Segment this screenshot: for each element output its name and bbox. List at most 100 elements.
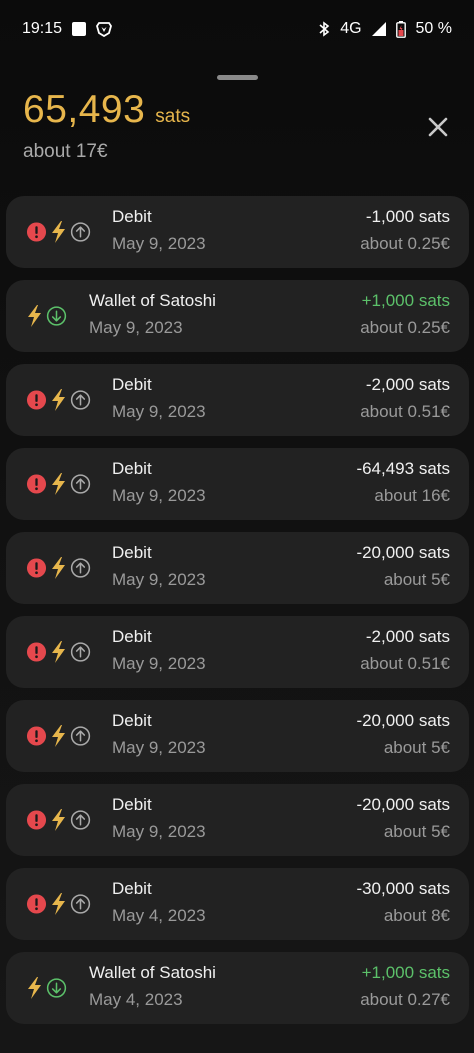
error-icon [26, 726, 47, 746]
balance-amount: 65,493 [23, 88, 146, 131]
transaction-title: Debit [112, 879, 152, 898]
close-button[interactable] [422, 111, 454, 143]
error-icon [26, 810, 47, 830]
error-icon [26, 558, 47, 578]
lightning-icon [52, 641, 65, 663]
transaction-amount: -2,000 sats [365, 627, 450, 646]
transaction-date: May 4, 2023 [89, 990, 183, 1009]
transaction-fiat: about 0.27€ [360, 990, 450, 1009]
transaction-title: Debit [112, 627, 152, 646]
transaction-icons [26, 784, 91, 856]
signal-icon [371, 22, 386, 36]
notification-square-icon [72, 22, 87, 36]
error-icon [26, 474, 47, 494]
transaction-title: Debit [112, 795, 152, 814]
transaction-icons [26, 952, 67, 1024]
transaction-title: Debit [112, 375, 152, 394]
lightning-icon [52, 725, 65, 747]
balance: 65,493 sats [23, 88, 190, 132]
transaction-fiat: about 5€ [383, 738, 450, 757]
transaction-row[interactable]: Wallet of Satoshi May 4, 2023 +1,000 sats a… [6, 952, 469, 1024]
lightning-icon [52, 557, 65, 579]
transaction-date: May 9, 2023 [112, 234, 206, 253]
transaction-row[interactable]: Debit May 4, 2023 -30,000 sats about 8€ [6, 868, 469, 940]
error-icon [26, 390, 47, 410]
transaction-row[interactable]: Debit May 9, 2023 -1,000 sats about 0.25€ [6, 196, 469, 268]
transaction-list: Debit May 9, 2023 -1,000 sats about 0.25€ Wa… [6, 196, 469, 1036]
transaction-row[interactable]: Debit May 9, 2023 -20,000 sats about 5€ [6, 532, 469, 604]
transaction-row[interactable]: Debit May 9, 2023 -2,000 sats about 0.51€ [6, 364, 469, 436]
error-icon [26, 642, 47, 662]
outgoing-arrow-icon [70, 810, 91, 830]
status-bar: 19:15 4G 50 % [0, 0, 474, 58]
status-bar-left: 19:15 [22, 20, 113, 38]
transaction-fiat: about 5€ [383, 570, 450, 589]
outgoing-arrow-icon [70, 642, 91, 662]
transaction-amount: -20,000 sats [356, 795, 450, 814]
transaction-icons [26, 868, 91, 940]
sheet-drag-handle[interactable] [217, 75, 258, 80]
lightning-icon [52, 809, 65, 831]
transaction-amount: +1,000 sats [361, 291, 450, 310]
transaction-fiat: about 8€ [383, 906, 450, 925]
lightning-icon [52, 893, 65, 915]
outgoing-arrow-icon [70, 558, 91, 578]
transaction-amount: -1,000 sats [365, 207, 450, 226]
transaction-amount: -64,493 sats [356, 459, 450, 478]
status-time: 19:15 [22, 20, 63, 37]
incoming-arrow-icon [46, 306, 67, 326]
transaction-row[interactable]: Debit May 9, 2023 -64,493 sats about 16€ [6, 448, 469, 520]
transaction-amount: -30,000 sats [356, 879, 450, 898]
transaction-fiat: about 0.25€ [360, 318, 450, 337]
transaction-row[interactable]: Debit May 9, 2023 -20,000 sats about 5€ [6, 784, 469, 856]
lightning-icon [52, 389, 65, 411]
transaction-title: Debit [112, 711, 152, 730]
transaction-amount: -20,000 sats [356, 543, 450, 562]
transaction-title: Wallet of Satoshi [89, 963, 216, 982]
transaction-icons [26, 448, 91, 520]
status-bar-right: 4G 50 % [318, 20, 452, 38]
outgoing-arrow-icon [70, 894, 91, 914]
transaction-fiat: about 16€ [374, 486, 450, 505]
transaction-date: May 9, 2023 [112, 486, 206, 505]
transaction-icons [26, 364, 91, 436]
network-label: 4G [340, 20, 362, 37]
transaction-title: Debit [112, 543, 152, 562]
transaction-date: May 9, 2023 [112, 570, 206, 589]
lightning-icon [52, 473, 65, 495]
transaction-icons [26, 616, 91, 688]
bluetooth-icon [319, 21, 330, 37]
outgoing-arrow-icon [70, 222, 91, 242]
transaction-date: May 9, 2023 [89, 318, 183, 337]
battery-label: 50 % [415, 20, 452, 37]
transaction-title: Debit [112, 207, 152, 226]
transaction-fiat: about 0.25€ [360, 234, 450, 253]
lightning-icon [28, 977, 41, 999]
battery-icon [395, 20, 406, 38]
balance-fiat: about 17€ [23, 141, 108, 162]
transaction-date: May 9, 2023 [112, 738, 206, 757]
error-icon [26, 222, 47, 242]
transaction-title: Wallet of Satoshi [89, 291, 216, 310]
lightning-icon [52, 221, 65, 243]
transaction-row[interactable]: Wallet of Satoshi May 9, 2023 +1,000 sats a… [6, 280, 469, 352]
transaction-icons [26, 280, 67, 352]
transaction-fiat: about 5€ [383, 822, 450, 841]
outgoing-arrow-icon [70, 390, 91, 410]
outgoing-arrow-icon [70, 474, 91, 494]
transaction-date: May 9, 2023 [112, 402, 206, 421]
transaction-row[interactable]: Debit May 9, 2023 -20,000 sats about 5€ [6, 700, 469, 772]
transaction-icons [26, 532, 91, 604]
transaction-date: May 4, 2023 [112, 906, 206, 925]
outgoing-arrow-icon [70, 726, 91, 746]
transaction-row[interactable]: Debit May 9, 2023 -2,000 sats about 0.51€ [6, 616, 469, 688]
transaction-icons [26, 196, 91, 268]
lightning-icon [28, 305, 41, 327]
transaction-fiat: about 0.51€ [360, 402, 450, 421]
error-icon [26, 894, 47, 914]
transaction-amount: +1,000 sats [361, 963, 450, 982]
transaction-date: May 9, 2023 [112, 654, 206, 673]
transaction-fiat: about 0.51€ [360, 654, 450, 673]
transaction-date: May 9, 2023 [112, 822, 206, 841]
brave-icon [96, 22, 113, 37]
